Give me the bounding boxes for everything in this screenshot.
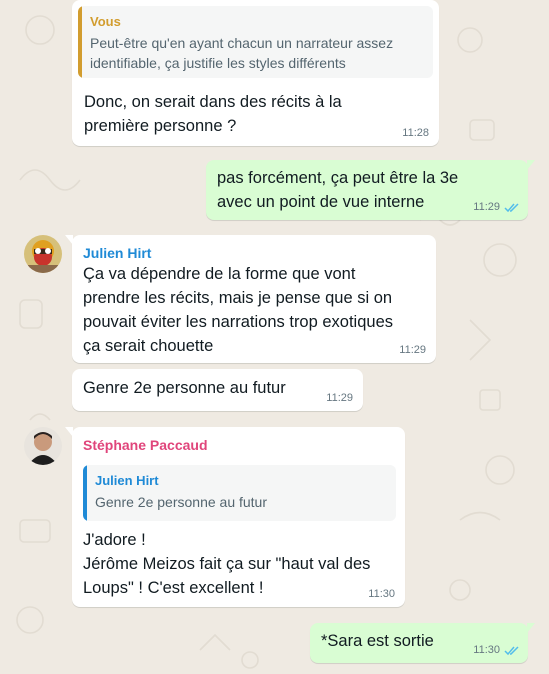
message-bubble-outgoing[interactable]: *Sara est sortie 11:30 bbox=[310, 623, 535, 663]
message-time: 11:29 bbox=[473, 201, 500, 213]
message-bubble-outgoing[interactable]: pas forcément, ça peut être la 3e avec u… bbox=[206, 160, 535, 220]
message-text: Genre 2e personne au futur bbox=[83, 379, 286, 397]
bubble-tail bbox=[65, 235, 73, 245]
message-time: 11:30 bbox=[473, 644, 500, 656]
quote-text: Peut-être qu'en ayant chacun un narrateu… bbox=[90, 35, 394, 71]
avatar-julien-hirt[interactable] bbox=[24, 235, 62, 273]
message-text: *Sara est sortie bbox=[321, 632, 434, 650]
message-meta: 11:29 bbox=[473, 200, 520, 214]
avatar-stephane-paccaud[interactable] bbox=[24, 427, 62, 465]
double-check-icon bbox=[504, 202, 519, 212]
bubble-tail bbox=[527, 623, 535, 633]
bubble-tail bbox=[527, 160, 535, 170]
quoted-message[interactable]: Vous Peut-être qu'en ayant chacun un nar… bbox=[78, 6, 433, 78]
message-bubble-incoming[interactable]: Julien Hirt Ça va dépendre de la forme q… bbox=[65, 235, 436, 363]
message-meta: 11:30 bbox=[473, 643, 520, 657]
quote-accent-bar bbox=[78, 6, 82, 78]
message-bubble-incoming[interactable]: Vous Peut-être qu'en ayant chacun un nar… bbox=[72, 0, 439, 146]
bubble-tail bbox=[65, 427, 73, 437]
sender-name[interactable]: Julien Hirt bbox=[83, 244, 151, 262]
quote-sender-name: Julien Hirt bbox=[95, 473, 159, 488]
sender-name[interactable]: Stéphane Paccaud bbox=[83, 436, 208, 454]
message-text: J'adore ! Jérôme Meizos fait ça sur "hau… bbox=[83, 531, 371, 597]
message-bubble-incoming[interactable]: Genre 2e personne au futur 11:29 bbox=[72, 369, 363, 411]
message-time: 11:29 bbox=[326, 392, 353, 404]
message-time: 11:28 bbox=[402, 127, 429, 139]
double-check-icon bbox=[504, 645, 519, 655]
quote-accent-bar bbox=[83, 465, 87, 521]
message-time: 11:29 bbox=[399, 344, 426, 356]
quote-sender-name: Vous bbox=[90, 14, 121, 29]
quoted-message[interactable]: Julien Hirt Genre 2e personne au futur bbox=[83, 465, 396, 521]
message-time: 11:30 bbox=[368, 588, 395, 600]
message-text: Donc, on serait dans des récits à la pre… bbox=[84, 93, 342, 135]
message-text: pas forcément, ça peut être la 3e avec u… bbox=[217, 169, 459, 211]
quote-text: Genre 2e personne au futur bbox=[95, 494, 268, 510]
message-text: Ça va dépendre de la forme que vont pren… bbox=[83, 265, 394, 355]
message-bubble-incoming[interactable]: Stéphane Paccaud Julien Hirt Genre 2e pe… bbox=[65, 427, 405, 607]
